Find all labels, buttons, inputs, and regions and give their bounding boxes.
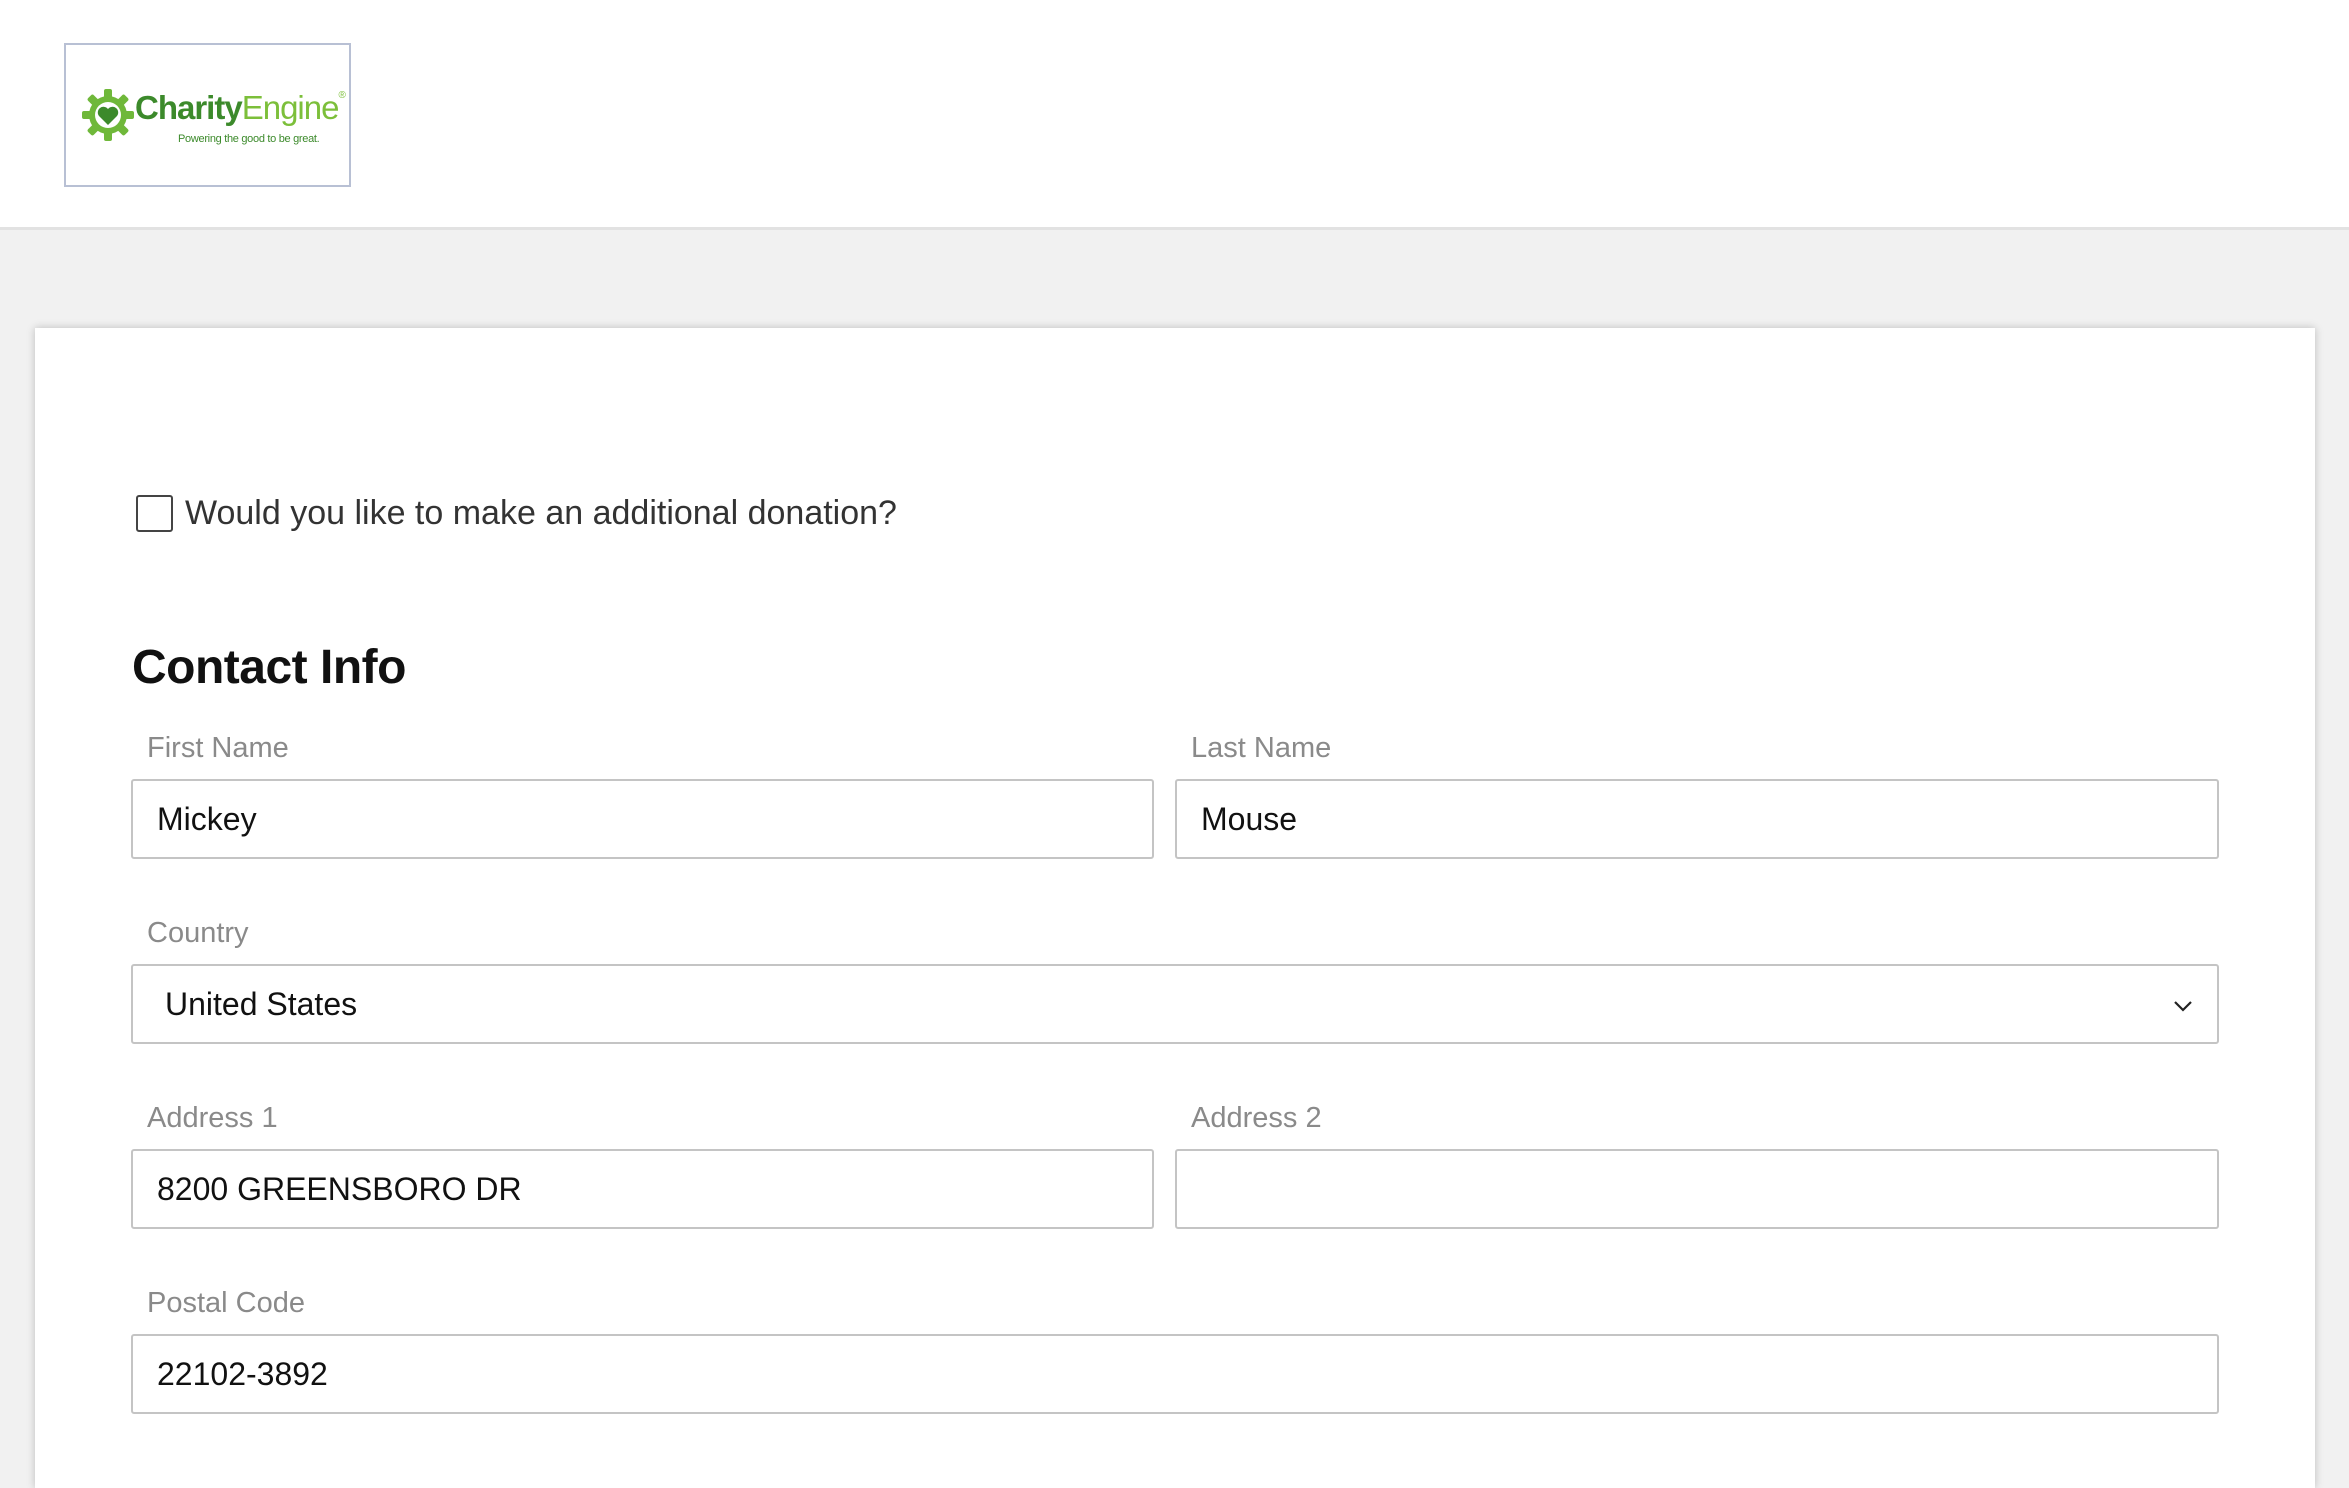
- address1-input[interactable]: 8200 GREENSBORO DR: [131, 1149, 1154, 1229]
- additional-donation-option[interactable]: Would you like to make an additional don…: [136, 494, 897, 533]
- first-name-label: First Name: [147, 732, 289, 764]
- address2-label: Address 2: [1191, 1102, 1322, 1134]
- postal-code-label: Postal Code: [147, 1287, 305, 1319]
- chevron-down-icon: [2174, 1001, 2192, 1012]
- first-name-input[interactable]: Mickey: [131, 779, 1154, 859]
- form-card: Would you like to make an additional don…: [35, 328, 2315, 1488]
- gear-heart-icon: [82, 89, 134, 141]
- postal-code-input[interactable]: 22102-3892: [131, 1334, 2219, 1414]
- logo-wordmark: CharityEngine®: [135, 89, 346, 126]
- additional-donation-label[interactable]: Would you like to make an additional don…: [185, 494, 897, 533]
- address2-input[interactable]: [1175, 1149, 2219, 1229]
- last-name-input[interactable]: Mouse: [1175, 779, 2219, 859]
- logo-wordmark-charity: Charity: [135, 89, 243, 126]
- address1-label: Address 1: [147, 1102, 278, 1134]
- charity-engine-logo[interactable]: CharityEngine® Powering the good to be g…: [64, 43, 351, 187]
- last-name-label: Last Name: [1191, 732, 1332, 764]
- logo-wordmark-engine: Engine: [241, 89, 340, 126]
- page-header: CharityEngine® Powering the good to be g…: [0, 0, 2349, 230]
- section-title-contact-info: Contact Info: [132, 641, 406, 694]
- country-label: Country: [147, 917, 249, 949]
- country-selected-value: United States: [165, 985, 358, 1022]
- country-select[interactable]: United States: [131, 964, 2219, 1044]
- logo-registered-mark: ®: [338, 90, 345, 101]
- additional-donation-checkbox[interactable]: [136, 495, 173, 532]
- logo-tagline: Powering the good to be great.: [178, 133, 320, 145]
